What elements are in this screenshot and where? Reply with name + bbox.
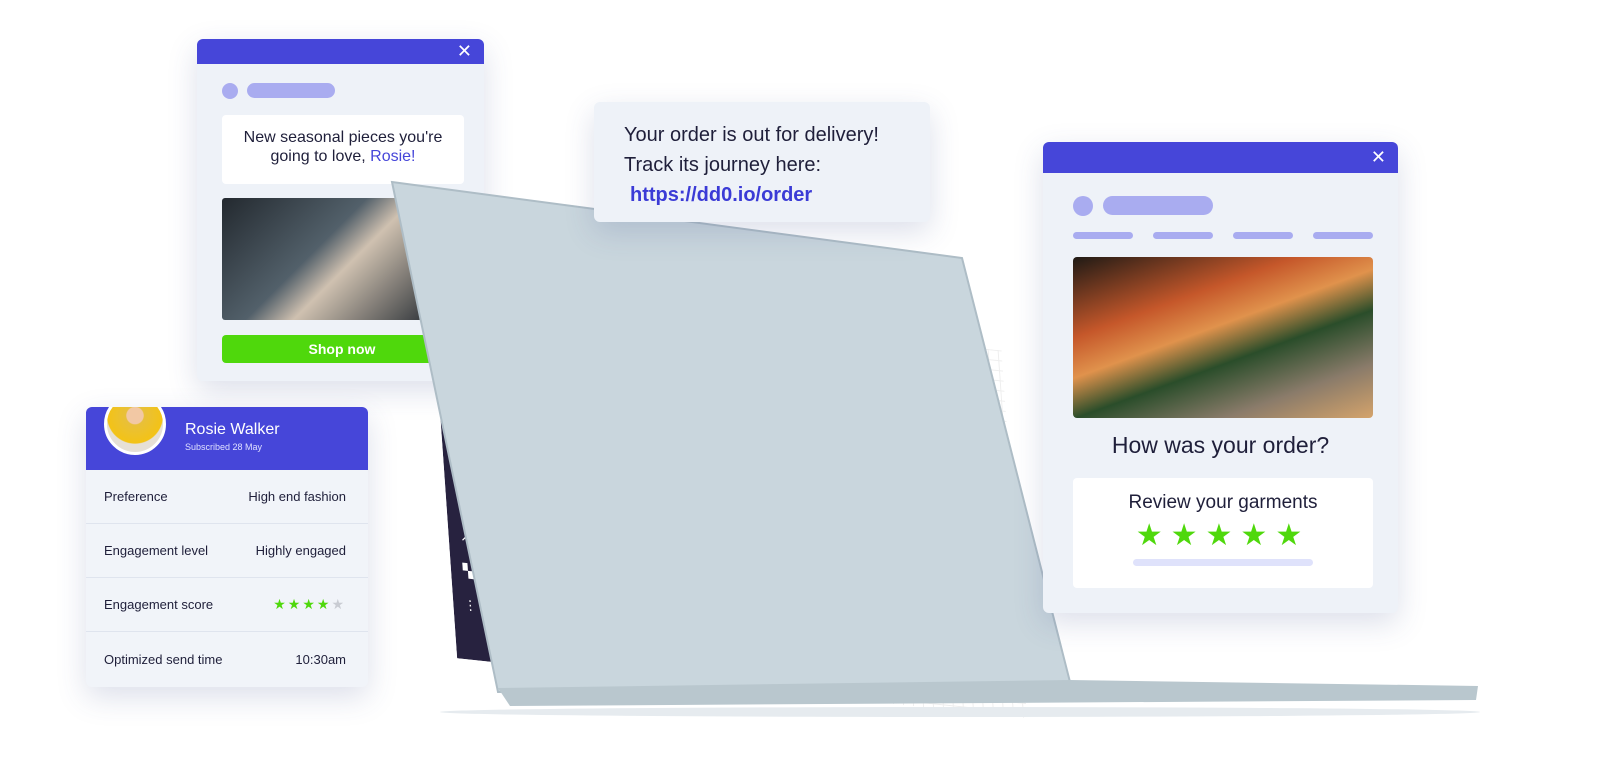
profile-row: Preference High end fashion bbox=[86, 470, 368, 524]
review-popup: ✕ How was your order? Review your garmen… bbox=[1043, 142, 1398, 613]
placeholder-bar bbox=[247, 83, 335, 98]
profile-row: Engagement level Highly engaged bbox=[86, 524, 368, 578]
placeholder-dot bbox=[222, 83, 238, 99]
laptop-screen: ◎▤✉⚡▦▭✉🛒▱↗▚⋮ Customer journey ACTIVATE S… bbox=[426, 210, 1028, 719]
promo-popup: ✕ New seasonal pieces you're going to lo… bbox=[197, 39, 484, 381]
analytics-icon[interactable]: ↗ bbox=[447, 518, 483, 556]
chat-icon[interactable]: ▱ bbox=[445, 484, 481, 522]
close-icon[interactable]: ✕ bbox=[1371, 147, 1386, 168]
row-value: High end fashion bbox=[248, 489, 346, 504]
contact-profile-card: Rosie Walker Subscribed 28 May Preferenc… bbox=[86, 407, 368, 687]
page-title: Customer journey bbox=[472, 250, 624, 288]
flow-node[interactable] bbox=[765, 575, 830, 623]
flow-node[interactable] bbox=[945, 594, 1010, 642]
tracking-link[interactable]: https://dd0.io/order bbox=[624, 184, 812, 206]
profile-row: Engagement score ★★★★★ bbox=[86, 578, 368, 632]
promo-recipient: Rosie! bbox=[370, 148, 416, 165]
row-label: Engagement level bbox=[104, 543, 209, 558]
placeholder-bar bbox=[1103, 196, 1213, 215]
flow-node[interactable] bbox=[624, 410, 690, 458]
profile-row: Optimized send time 10:30am bbox=[86, 632, 368, 686]
row-label: Preference bbox=[104, 489, 168, 504]
contact-name: Rosie Walker bbox=[185, 421, 280, 438]
review-box: Review your garments ★★★★★ bbox=[1073, 478, 1373, 588]
sms-icon[interactable]: ▭ bbox=[438, 381, 474, 419]
sms-line: Your order is out for delivery! bbox=[624, 124, 879, 146]
promo-message: New seasonal pieces you're going to love… bbox=[222, 115, 464, 184]
placeholder-bar bbox=[1133, 559, 1313, 566]
engagement-stars: ★★★★★ bbox=[273, 596, 346, 612]
row-label: Optimized send time bbox=[104, 651, 223, 667]
close-icon[interactable]: ✕ bbox=[457, 41, 472, 62]
node-palette: Program nodes Messaging Campaign Messeng… bbox=[482, 296, 622, 621]
shop-now-button[interactable]: Shop now bbox=[222, 335, 462, 363]
flow-node[interactable] bbox=[675, 566, 740, 613]
flow-node[interactable] bbox=[919, 511, 985, 559]
promo-image bbox=[222, 198, 422, 320]
flow-node[interactable] bbox=[649, 483, 715, 531]
subscribed-date: Subscribed 28 May bbox=[185, 442, 263, 452]
review-prompt: Review your garments bbox=[1128, 492, 1318, 513]
review-image bbox=[1073, 257, 1373, 418]
placeholder-bar bbox=[1233, 232, 1293, 239]
sms-line: Track its journey here: bbox=[624, 154, 822, 176]
more-icon[interactable]: ⋮ bbox=[452, 587, 488, 625]
row-value: Highly engaged bbox=[255, 543, 346, 558]
cart-icon[interactable]: 🛒 bbox=[443, 450, 479, 488]
sms-message: Your order is out for delivery! Track it… bbox=[594, 102, 930, 222]
placeholder-bar bbox=[1153, 232, 1213, 239]
template-icon[interactable]: ✉ bbox=[440, 415, 476, 453]
apps-icon[interactable]: ▚ bbox=[450, 552, 486, 590]
placeholder-dot bbox=[1073, 196, 1093, 216]
review-question: How was your order? bbox=[1111, 432, 1330, 458]
rating-stars[interactable]: ★★★★★ bbox=[1073, 518, 1373, 553]
row-value: 10:30am bbox=[295, 651, 346, 667]
flow-node[interactable] bbox=[834, 432, 900, 480]
journey-canvas[interactable] bbox=[607, 309, 1028, 719]
flow-node[interactable] bbox=[904, 440, 970, 488]
flow-node[interactable] bbox=[717, 320, 783, 368]
placeholder-bar bbox=[1073, 232, 1133, 239]
placeholder-bar bbox=[1313, 232, 1373, 239]
row-label: Engagement score bbox=[104, 597, 214, 612]
avatar bbox=[104, 407, 166, 455]
flow-node[interactable] bbox=[731, 382, 797, 429]
